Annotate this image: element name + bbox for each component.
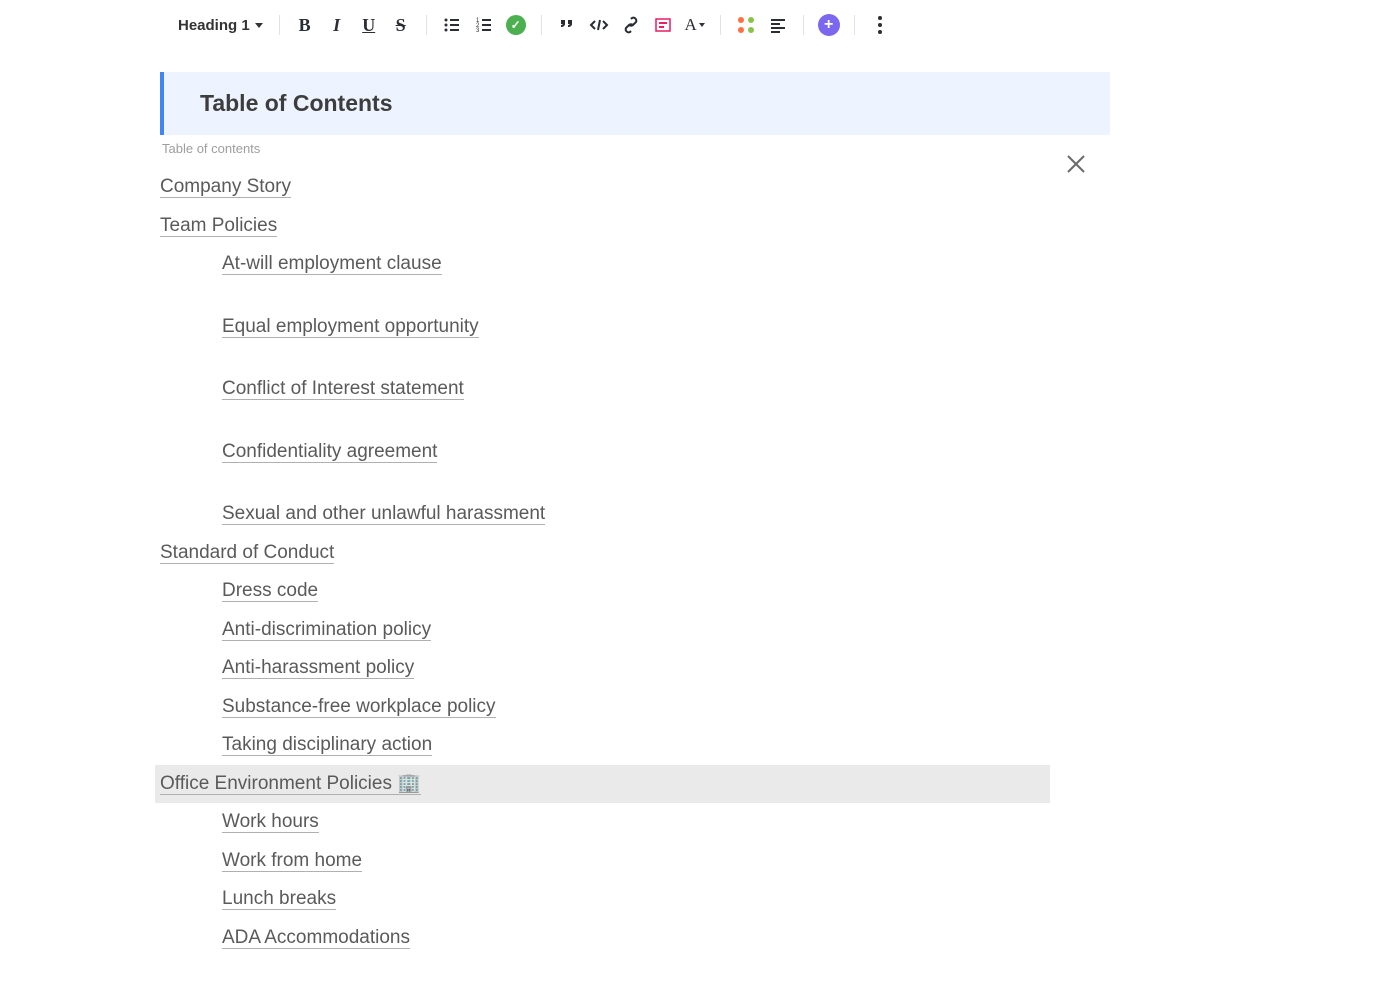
underline-button[interactable]: U — [356, 12, 382, 38]
blockquote-button[interactable] — [554, 12, 580, 38]
toc-row: Dress code — [160, 572, 1110, 611]
toc-row: Work from home — [160, 842, 1110, 881]
separator — [720, 15, 721, 35]
title-banner: Table of Contents — [160, 72, 1110, 135]
align-button[interactable] — [765, 12, 791, 38]
toc-row: Conflict of Interest statement — [160, 370, 1110, 409]
toc-row: Office Environment Policies 🏢 — [155, 765, 1050, 804]
toc-row: Lunch breaks — [160, 880, 1110, 919]
apps-grid-icon — [736, 15, 756, 35]
code-button[interactable] — [586, 12, 612, 38]
toc-link[interactable]: ADA Accommodations — [222, 927, 410, 949]
toc-row: Standard of Conduct — [160, 534, 1110, 573]
toc-row: Team Policies — [160, 207, 1110, 246]
toc-link[interactable]: Sexual and other unlawful harassment — [222, 503, 545, 525]
toc-link[interactable]: Anti-discrimination policy — [222, 619, 431, 641]
italic-button[interactable]: I — [324, 12, 350, 38]
plus-icon — [818, 14, 840, 36]
text-color-button[interactable]: A — [682, 12, 708, 38]
editor-toolbar: Heading 1 B I U S 123 A — [160, 8, 1110, 42]
toc-link[interactable]: Work hours — [222, 811, 319, 833]
separator — [426, 15, 427, 35]
toc-link[interactable]: Work from home — [222, 850, 362, 872]
toc-link[interactable]: Confidentiality agreement — [222, 441, 437, 463]
separator — [279, 15, 280, 35]
toc-row: Anti-discrimination policy — [160, 611, 1110, 650]
svg-text:3: 3 — [476, 28, 480, 34]
strikethrough-button[interactable]: S — [388, 12, 414, 38]
numbered-list-button[interactable]: 123 — [471, 12, 497, 38]
separator — [854, 15, 855, 35]
toc-row: ADA Accommodations — [160, 919, 1110, 958]
toc-row: Equal employment opportunity — [160, 308, 1110, 347]
toc-link[interactable]: Taking disciplinary action — [222, 734, 432, 756]
table-of-contents-list: Company Story Team Policies At-will employ… — [160, 168, 1110, 957]
toc-link[interactable]: Standard of Conduct — [160, 542, 334, 564]
toc-row: Taking disciplinary action — [160, 726, 1110, 765]
link-button[interactable] — [618, 12, 644, 38]
toc-link[interactable]: Conflict of Interest statement — [222, 378, 464, 400]
toc-link[interactable]: Substance-free workplace policy — [222, 696, 496, 718]
toc-link[interactable]: Equal employment opportunity — [222, 316, 479, 338]
page-title: Table of Contents — [200, 90, 1074, 117]
toc-row: Sexual and other unlawful harassment — [160, 495, 1110, 534]
checklist-button[interactable] — [503, 12, 529, 38]
toc-row: Anti-harassment policy — [160, 649, 1110, 688]
toc-row: Company Story — [160, 168, 1110, 207]
checkmark-icon — [506, 15, 526, 35]
caret-down-icon — [255, 23, 263, 28]
banner-button[interactable] — [650, 12, 676, 38]
toc-link[interactable]: Lunch breaks — [222, 888, 336, 910]
kebab-menu-icon — [878, 16, 882, 34]
toc-link[interactable]: Company Story — [160, 176, 291, 198]
toc-row: Substance-free workplace policy — [160, 688, 1110, 727]
heading-style-label: Heading 1 — [178, 17, 250, 34]
heading-style-dropdown[interactable]: Heading 1 — [174, 15, 267, 36]
separator — [803, 15, 804, 35]
bold-button[interactable]: B — [292, 12, 318, 38]
toc-row: Work hours — [160, 803, 1110, 842]
toc-link[interactable]: Team Policies — [160, 215, 277, 237]
subtitle-label: Table of contents — [162, 141, 1110, 156]
toc-link[interactable]: Dress code — [222, 580, 318, 602]
toc-row: At-will employment clause — [160, 245, 1110, 284]
separator — [541, 15, 542, 35]
add-button[interactable] — [816, 12, 842, 38]
caret-down-icon — [699, 23, 705, 27]
toc-link[interactable]: Anti-harassment policy — [222, 657, 414, 679]
toc-link[interactable]: Office Environment Policies 🏢 — [160, 773, 421, 795]
toc-link[interactable]: At-will employment clause — [222, 253, 442, 275]
more-menu-button[interactable] — [867, 12, 893, 38]
apps-grid-button[interactable] — [733, 12, 759, 38]
bulleted-list-button[interactable] — [439, 12, 465, 38]
toc-row: Confidentiality agreement — [160, 433, 1110, 472]
